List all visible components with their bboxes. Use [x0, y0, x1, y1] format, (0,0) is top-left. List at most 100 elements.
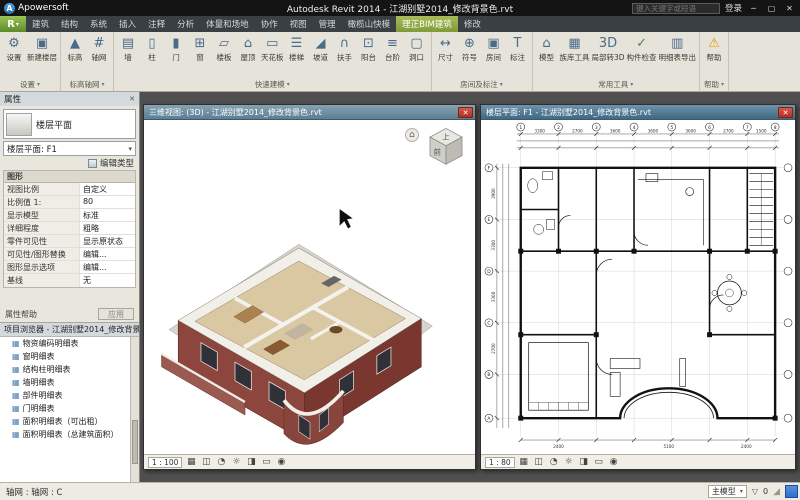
viewcube[interactable]: ⌂ 上 前	[405, 126, 467, 172]
ribbon-tab-11[interactable]: 理正BIM建筑	[396, 16, 458, 32]
view-scale[interactable]: 1 : 100	[148, 457, 182, 468]
property-category[interactable]: 图形	[3, 170, 136, 182]
ramp-button[interactable]: ◢ 坡道	[309, 33, 333, 63]
minimize-icon[interactable]: ─	[747, 4, 760, 13]
partial-3d-button[interactable]: 3D 局部转3D	[591, 33, 626, 63]
browser-item[interactable]: ▦ 结构柱明细表	[0, 363, 139, 376]
property-row[interactable]: 基线 无	[4, 274, 135, 287]
browser-item[interactable]: ▦ 门明细表	[0, 402, 139, 415]
floor-plan-drawing[interactable]: 1234 5678 FEDCBA 3300270	[481, 120, 795, 454]
reveal-hidden-icon[interactable]: ◉	[608, 457, 620, 467]
ribbon-tab-0[interactable]: 建筑	[26, 16, 55, 32]
crop-view-icon[interactable]: ▭	[260, 457, 272, 467]
ribbon-tab-8[interactable]: 视图	[284, 16, 313, 32]
panel-expand-icon[interactable]: ▾	[101, 81, 104, 88]
panel-expand-icon[interactable]: ▾	[287, 81, 290, 88]
viewcube-cube[interactable]: 上 前	[425, 126, 467, 168]
resize-grip[interactable]: ◢	[773, 487, 780, 497]
close-icon[interactable]: ✕	[458, 107, 473, 118]
detail-level-icon[interactable]: ◫	[533, 457, 545, 467]
sign-in-button[interactable]: 登录	[725, 2, 742, 14]
shadows-icon[interactable]: ◨	[578, 457, 590, 467]
ribbon-tab-9[interactable]: 管理	[313, 16, 342, 32]
panel-expand-icon[interactable]: ▾	[37, 81, 40, 88]
view-canvas-plan[interactable]: 1234 5678 FEDCBA 3300270	[481, 120, 795, 454]
recorder-badge[interactable]	[785, 485, 798, 498]
filter-icon[interactable]: ▽	[752, 487, 758, 496]
home-icon[interactable]: ⌂	[405, 128, 419, 142]
ribbon-tab-12[interactable]: 修改	[458, 16, 487, 32]
opening-button[interactable]: ▢ 洞口	[405, 33, 429, 63]
property-row[interactable]: 比例值 1: 80	[4, 196, 135, 209]
symbol-button[interactable]: ⊕ 符号	[458, 33, 482, 63]
ribbon-tab-10[interactable]: 橄榄山快模	[342, 16, 397, 32]
ribbon-tab-1[interactable]: 结构	[55, 16, 84, 32]
door-button[interactable]: ▮ 门	[164, 33, 188, 63]
level-button[interactable]: ▲ 标高	[63, 33, 87, 63]
sun-path-icon[interactable]: ☼	[563, 457, 575, 467]
browser-item[interactable]: ▦ 部件明细表	[0, 389, 139, 402]
ribbon-tab-7[interactable]: 协作	[255, 16, 284, 32]
ribbon-tab-3[interactable]: 插入	[113, 16, 142, 32]
application-menu-button[interactable]: R ▾	[0, 16, 26, 32]
view-window-3d-titlebar[interactable]: 三维视图: (3D) - 江湖别墅2014_修改背景色.rvt ✕	[144, 105, 475, 120]
railing-button[interactable]: ∩ 扶手	[333, 33, 357, 63]
close-icon[interactable]: ✕	[778, 107, 793, 118]
room-button[interactable]: ▣ 房间	[482, 33, 506, 63]
properties-help-link[interactable]: 属性帮助	[5, 309, 37, 320]
visual-style-icon[interactable]: ◔	[215, 457, 227, 467]
balcony-button[interactable]: ⊡ 阳台	[357, 33, 381, 63]
detail-level-icon[interactable]: ◫	[200, 457, 212, 467]
browser-item[interactable]: ▦ 物资编码明细表	[0, 337, 139, 350]
step-button[interactable]: ≡ 台阶	[381, 33, 405, 63]
type-selector[interactable]: 楼层平面	[3, 109, 136, 139]
shadows-icon[interactable]: ◨	[245, 457, 257, 467]
panel-expand-icon[interactable]: ▾	[630, 81, 633, 88]
property-row[interactable]: 显示模型 标准	[4, 209, 135, 222]
design-option-select[interactable]: 主模型 ▾	[708, 485, 747, 498]
ribbon-tab-2[interactable]: 系统	[84, 16, 113, 32]
component-check-button[interactable]: ✓ 构件检查	[626, 33, 658, 63]
property-row[interactable]: 零件可见性 显示原状态	[4, 235, 135, 248]
panel-expand-icon[interactable]: ▾	[721, 81, 724, 88]
reveal-hidden-icon[interactable]: ◉	[275, 457, 287, 467]
scale-icon[interactable]: ▦	[185, 457, 197, 467]
close-icon[interactable]: ✕	[129, 95, 135, 103]
view-window-plan-titlebar[interactable]: 楼层平面: F1 - 江湖别墅2014_修改背景色.rvt ✕	[481, 105, 795, 120]
browser-item[interactable]: ▦ 面积明细表（总建筑面积）	[0, 428, 139, 441]
property-row[interactable]: 图形显示选项 编辑...	[4, 261, 135, 274]
infocenter-search-input[interactable]	[632, 3, 720, 14]
property-row[interactable]: 详细程度 粗略	[4, 222, 135, 235]
crop-view-icon[interactable]: ▭	[593, 457, 605, 467]
grid-button[interactable]: # 轴网	[87, 33, 111, 63]
browser-item[interactable]: ▦ 面积明细表（可出租）	[0, 415, 139, 428]
roof-button[interactable]: ⌂ 屋顶	[236, 33, 260, 63]
ribbon-tab-6[interactable]: 体量和场地	[200, 16, 255, 32]
ribbon-tab-5[interactable]: 分析	[171, 16, 200, 32]
stair-button[interactable]: ☰ 楼梯	[285, 33, 309, 63]
browser-item[interactable]: ▦ 墙明细表	[0, 376, 139, 389]
new-level-button[interactable]: ▣ 新建楼层	[26, 33, 58, 63]
property-row[interactable]: 可见性/图形替换 编辑...	[4, 248, 135, 261]
column-button[interactable]: ▯ 柱	[140, 33, 164, 63]
browser-item[interactable]: ▦ 窗明细表	[0, 350, 139, 363]
tag-button[interactable]: T 标注	[506, 33, 530, 63]
panel-expand-icon[interactable]: ▾	[500, 81, 503, 88]
instance-selector[interactable]: 楼层平面: F1 ▾	[3, 141, 136, 156]
schedule-export-button[interactable]: ▥ 明细表导出	[658, 33, 698, 63]
dimension-button[interactable]: ↔ 尺寸	[434, 33, 458, 63]
wall-button[interactable]: ▤ 墙	[116, 33, 140, 63]
ceiling-button[interactable]: ▭ 天花板	[260, 33, 285, 63]
edit-type-button[interactable]: 编辑类型	[0, 156, 139, 170]
floor-button[interactable]: ▱ 楼板	[212, 33, 236, 63]
view-scale[interactable]: 1 : 80	[485, 457, 515, 468]
scale-icon[interactable]: ▦	[518, 457, 530, 467]
family-library-button[interactable]: ▦ 族库工具	[559, 33, 591, 63]
ribbon-tab-4[interactable]: 注释	[142, 16, 171, 32]
close-icon[interactable]: ✕	[783, 4, 796, 13]
maximize-icon[interactable]: ▢	[765, 4, 778, 13]
help-button[interactable]: ⚠ 帮助	[702, 33, 726, 63]
window-button[interactable]: ⊞ 窗	[188, 33, 212, 63]
settings-button[interactable]: ⚙ 设置	[2, 33, 26, 63]
property-row[interactable]: 视图比例 自定义	[4, 183, 135, 196]
